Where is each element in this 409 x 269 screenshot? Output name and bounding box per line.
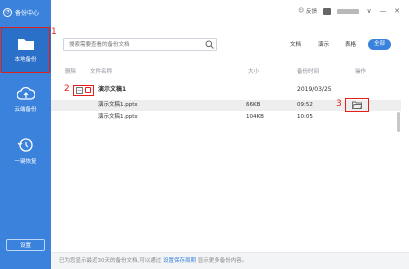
annotation-box-1 [1, 27, 50, 73]
file-name: 演示文稿1.pptx [98, 114, 138, 120]
group-checkbox[interactable] [85, 87, 91, 93]
settings-button[interactable]: 设置 [6, 239, 45, 251]
backup-time: 10:05 [297, 114, 313, 120]
annotation-number-1: 1 [51, 27, 57, 37]
filter-all[interactable]: 全部 [368, 39, 392, 50]
dropdown-chevron-icon[interactable]: ∨ [365, 7, 373, 15]
footer-notice: 已为您显示最近30天的备份文档,可以通过 设置保存周期 显示更多备份内容。 [51, 252, 409, 269]
filter-spreadsheets[interactable]: 表格 [345, 40, 356, 50]
sidebar-item-one-click-restore[interactable]: 一键恢复 [0, 128, 51, 173]
avatar[interactable] [323, 7, 331, 15]
search-input[interactable] [63, 38, 217, 51]
cloud-upload-icon [16, 86, 35, 100]
annotation-number-3: 3 [336, 99, 342, 109]
annotation-number-2: 2 [64, 84, 70, 94]
search-icon[interactable] [205, 40, 214, 49]
app-brand: ◔ 备份中心 [3, 6, 39, 18]
sidebar-item-label: 一键恢复 [14, 158, 37, 165]
scrollbar[interactable] [397, 112, 400, 132]
app-title: 备份中心 [15, 9, 40, 17]
collapse-icon[interactable]: − [76, 87, 83, 94]
set-retention-period-link[interactable]: 设置保存周期 [163, 258, 196, 264]
feedback-label: 反馈 [305, 9, 317, 15]
title-bar: ☺ 反馈 ∨ — ✕ [51, 0, 409, 22]
column-header-delete: 删除 [65, 69, 77, 75]
filter-documents[interactable]: 文档 [290, 40, 301, 50]
file-name: 演示文稿1.pptx [98, 102, 138, 108]
table-row[interactable]: 演示文稿1.pptx 104KB 10:05 [51, 112, 401, 123]
column-header-action: 操作 [355, 69, 367, 75]
column-header-size: 大小 [248, 69, 260, 75]
sidebar-item-cloud-backup[interactable]: 云端备份 [0, 77, 51, 122]
column-header-time: 备份时间 [297, 69, 320, 75]
file-size: 104KB [246, 114, 264, 120]
sidebar-item-label: 云端备份 [14, 106, 37, 113]
group-name: 演示文稿1 [98, 86, 127, 93]
user-name-redacted [337, 8, 359, 14]
file-size: 66KB [246, 102, 261, 108]
backup-center-logo-icon: ◔ [3, 7, 12, 17]
feedback-button[interactable]: ☺ 反馈 [298, 7, 317, 15]
filter-presentations[interactable]: 演示 [318, 40, 329, 50]
column-header-name: 文件名称 [90, 69, 113, 75]
footer-text-prefix: 已为您显示最近30天的备份文档,可以通过 [59, 258, 162, 264]
close-icon[interactable]: ✕ [393, 7, 401, 15]
minimize-icon[interactable]: — [379, 7, 387, 15]
backup-time: 09:52 [297, 102, 313, 108]
backup-group-row[interactable]: 2 − 演示文稿1 2019/03/25 [51, 81, 401, 98]
footer-text-suffix: 显示更多备份内容。 [197, 258, 248, 264]
smile-icon: ☺ [298, 8, 304, 14]
restore-icon [17, 137, 33, 152]
table-row[interactable]: 演示文稿1.pptx 66KB 09:52 3 [51, 98, 401, 112]
open-folder-icon[interactable] [352, 101, 362, 109]
group-date: 2019/03/25 [297, 86, 332, 93]
